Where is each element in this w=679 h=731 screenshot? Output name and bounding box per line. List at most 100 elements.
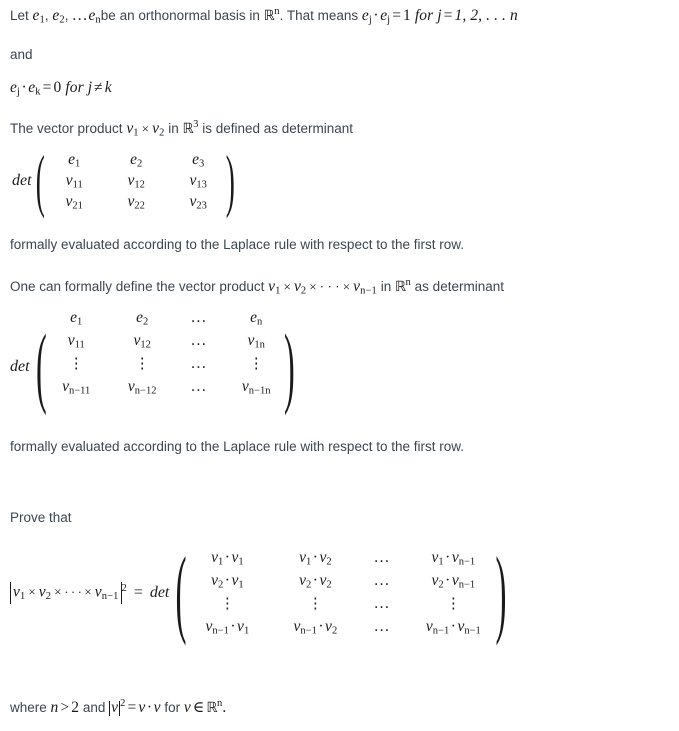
- matrix-cell-ellipsis: ...: [374, 572, 391, 589]
- text-and: and: [79, 700, 110, 715]
- matrix-cell: vn−1n: [241, 378, 271, 397]
- det-label-n: det: [10, 357, 30, 375]
- text-where: where: [10, 700, 51, 715]
- matrix-cell: vn−12: [127, 378, 157, 397]
- math-Rn-2: n: [395, 277, 411, 295]
- matrix-cell-vdots: [135, 358, 150, 371]
- matrix-cell: v13: [189, 172, 207, 191]
- matrix-cell: v12: [133, 332, 151, 351]
- paragraph-where-condition: where n>2 and v2=v·v for v∈n.: [10, 698, 227, 716]
- paragraph-laplace-1: formally evaluated according to the Lapl…: [10, 237, 464, 252]
- abs-bar-left: [10, 581, 11, 604]
- paragraph-prove-that: Prove that: [10, 510, 72, 525]
- matrix-cell: e2: [136, 309, 149, 328]
- math-times-a: ×: [283, 279, 291, 294]
- matrix-cell-ellipsis: ...: [374, 618, 391, 635]
- paragraph-laplace-2: formally evaluated according to the Lapl…: [10, 439, 464, 454]
- math-v-in-Rn: v∈n: [184, 698, 223, 716]
- math-R3: 3: [182, 119, 198, 137]
- matrix-cell-ellipsis: ...: [374, 595, 391, 612]
- math-vn-1: vn−1: [353, 278, 377, 297]
- text-period: .: [222, 699, 227, 716]
- determinant-3x3: det ( e1 e2 e3 v11 v12 v13 v21 v22 v23 ): [12, 141, 236, 220]
- paragraph-orthonormal-basis: Let e1, e2, ...enbe an orthonormal basis…: [10, 6, 518, 26]
- matrix-cell: e1: [68, 151, 81, 170]
- det-label-gram: det: [149, 583, 170, 601]
- matrix-cell: v12: [127, 172, 145, 191]
- math-cdots-1: · · ·: [319, 279, 340, 294]
- math-equals-sign: =: [132, 583, 144, 601]
- matrix-cell: v11: [67, 332, 85, 351]
- math-ej-dot-ej: ej·ej = 1 for j = 1, 2, . . . n: [361, 7, 518, 26]
- math-n-gt-2: n >2: [50, 699, 80, 716]
- math-ej-dot-ek: ej·ek = 0 for j ≠ k: [10, 79, 112, 98]
- math-times-1: ×: [141, 121, 150, 136]
- matrix-cell-vdots: [308, 598, 323, 611]
- matrix-cell: v21: [65, 193, 83, 212]
- matrix-cell-vdots: [249, 358, 264, 371]
- text-in: in: [164, 121, 183, 136]
- matrix-cell: e2: [130, 151, 143, 170]
- matrix-n: e1 e2 ... en v11 v12 ... v1n ... vn−11 v…: [43, 308, 289, 397]
- text-in-2: in: [376, 279, 395, 294]
- matrix-cell-ellipsis: ...: [191, 309, 208, 326]
- matrix-gram: v1·v1 v1·v2 ... v1·vn−1 v2·v1 v2·v2 ... …: [183, 548, 501, 637]
- matrix-cell: v22: [127, 193, 145, 212]
- text-as-determinant: as determinant: [410, 279, 504, 294]
- comma-1: ,: [44, 8, 49, 23]
- abs-bar-left-2: [109, 700, 111, 716]
- matrix-cell: v1·v2: [299, 549, 332, 568]
- equation-main: v1 × v2 × · · · × vn−12 = det ( v1·v1 v1·v2 ..…: [10, 548, 512, 637]
- determinant-n: det ( e1 e2 ... en v11 v12 ... v1n ... v…: [10, 308, 300, 398]
- matrix-cell: e1: [70, 309, 83, 328]
- text-let: Let: [10, 8, 33, 23]
- matrix-cell: vn−1·v1: [205, 618, 250, 637]
- matrix-cell-vdots: [446, 598, 461, 611]
- math-times-c: ×: [342, 279, 351, 294]
- math-v2-n: v2: [293, 278, 307, 297]
- equation-orthogonality: ej·ek = 0 for j ≠ k: [10, 79, 112, 98]
- math-v1-n: v1: [268, 278, 281, 297]
- matrix-cell: v1n: [247, 332, 265, 351]
- matrix-cell: e3: [192, 151, 205, 170]
- math-Rn-1: n: [264, 6, 280, 24]
- math-v2: v2: [152, 120, 165, 139]
- comma-2: ,: [64, 8, 69, 23]
- matrix-cell: v2·v2: [299, 572, 332, 591]
- matrix-cell-vdots: [69, 358, 84, 371]
- matrix-cell-ellipsis: ...: [191, 332, 208, 349]
- matrix-cell: v11: [65, 172, 83, 191]
- matrix-cell: v1·vn−1: [431, 549, 476, 568]
- text-defined-as-determinant: is defined as determinant: [198, 121, 354, 136]
- matrix-cell: v2·v1: [211, 572, 244, 591]
- math-lhs-norm-squared: v1 × v2 × · · · × vn−12: [10, 581, 127, 604]
- paragraph-vector-product-rn: One can formally define the vector produ…: [10, 277, 504, 297]
- matrix-cell-ellipsis: ...: [191, 378, 208, 395]
- math-e1: e1: [32, 7, 45, 26]
- math-abs-v-squared: v 2 = v·v: [109, 698, 161, 716]
- matrix-cell: vn−1·vn−1: [425, 618, 481, 637]
- matrix-3x3: e1 e2 e3 v11 v12 v13 v21 v22 v23: [43, 150, 229, 212]
- matrix-cell-vdots: [220, 598, 235, 611]
- paragraph-and: and: [10, 47, 33, 62]
- math-ellipsis-1: ...: [72, 7, 89, 24]
- matrix-cell: v2·vn−1: [431, 572, 476, 591]
- text-that-means: . That means: [279, 8, 362, 23]
- det-label-3x3: det: [12, 172, 32, 189]
- matrix-cell: en: [250, 309, 263, 328]
- text-for-2: for: [164, 700, 181, 715]
- text-one-can-define: One can formally define the vector produ…: [10, 279, 269, 294]
- paragraph-vector-product-r3: The vector product v1×v2 in 3 is defined…: [10, 119, 354, 139]
- math-times-b: ×: [309, 279, 317, 294]
- matrix-cell-ellipsis: ...: [191, 355, 208, 372]
- text-the-vector-product: The vector product: [10, 121, 127, 136]
- matrix-cell: v23: [189, 193, 207, 212]
- text-basis-in: be an orthonormal basis in: [100, 8, 264, 23]
- math-en: en: [88, 7, 101, 26]
- matrix-cell: vn−11: [62, 378, 91, 397]
- math-v1: v1: [126, 120, 139, 139]
- math-e2: e2: [52, 7, 65, 26]
- matrix-cell-ellipsis: ...: [374, 549, 391, 566]
- matrix-cell: v1·v1: [211, 549, 244, 568]
- matrix-cell: vn−1·v2: [293, 618, 338, 637]
